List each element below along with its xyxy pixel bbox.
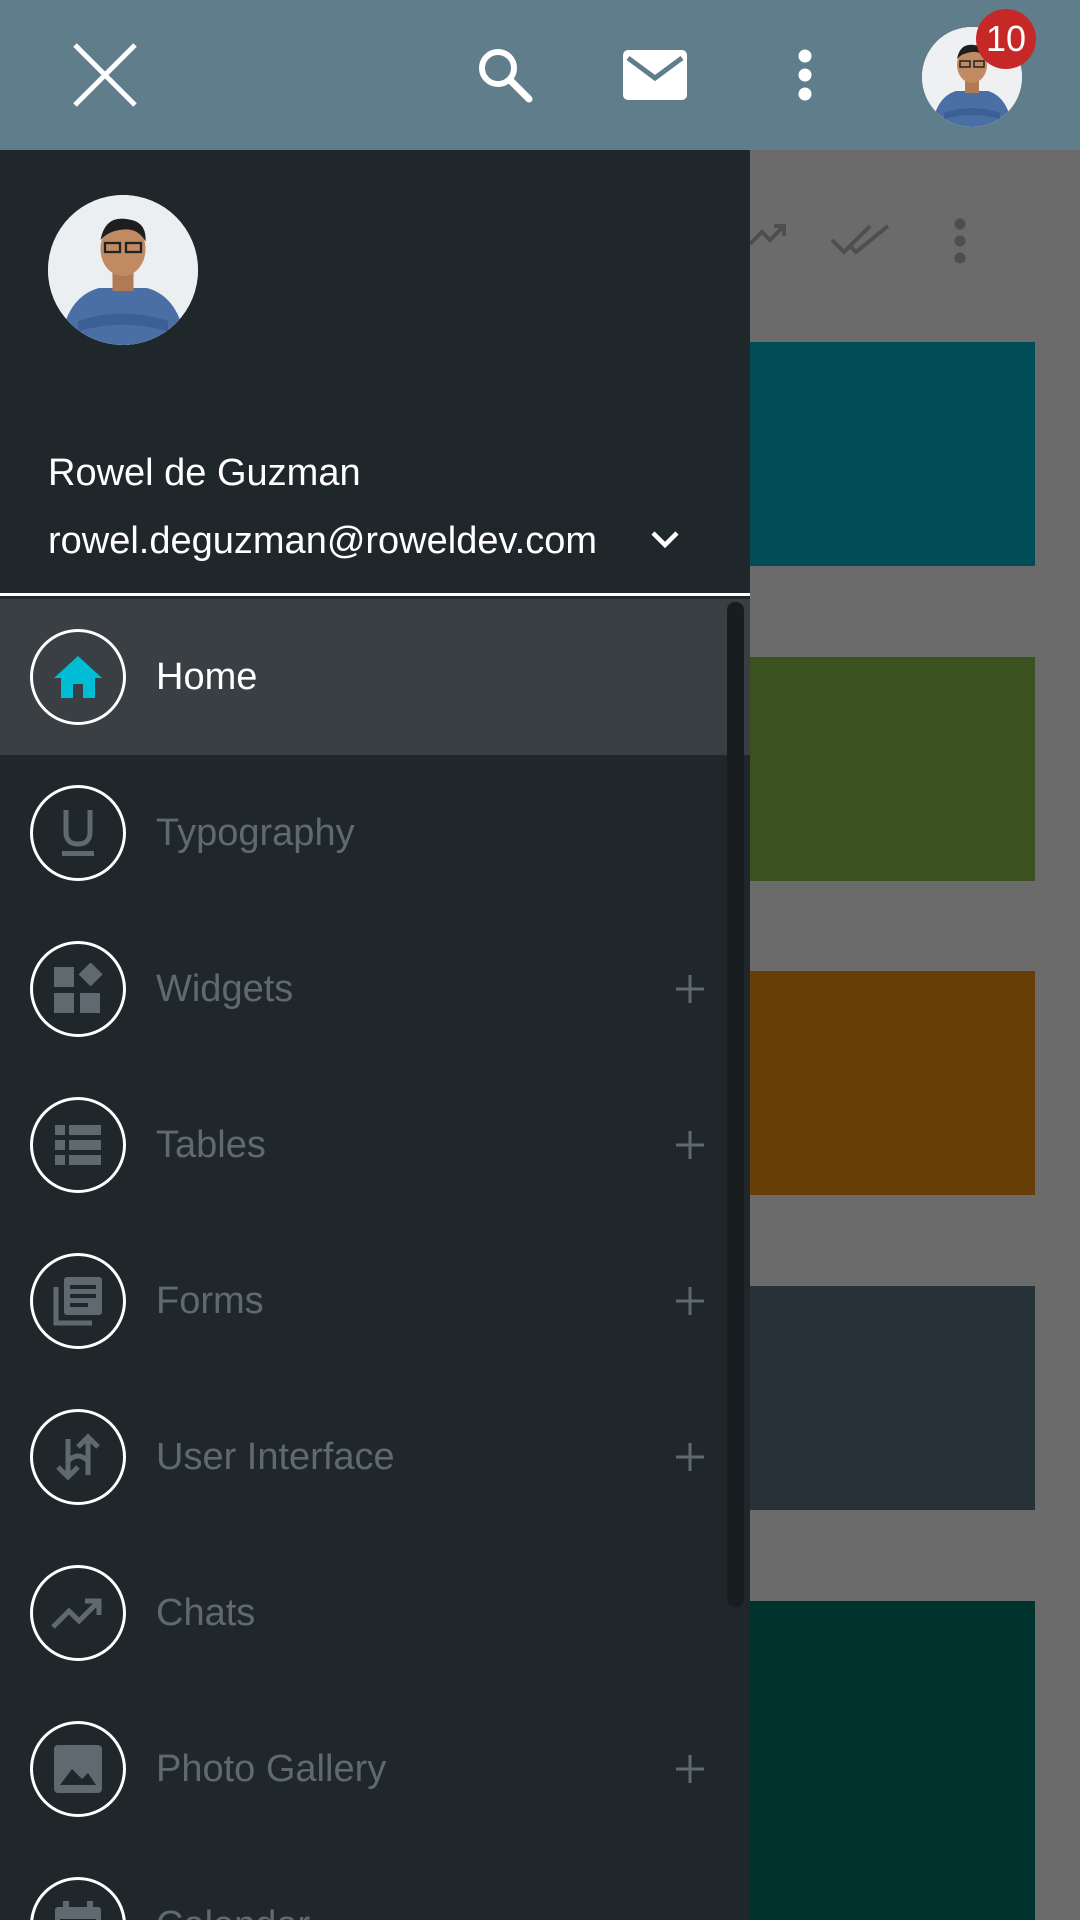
user-email: rowel.deguzman@roweldev.com xyxy=(48,520,597,562)
expand-button[interactable] xyxy=(670,969,710,1009)
menu-item-user-interface[interactable]: User Interface xyxy=(0,1379,750,1535)
drawer-menu: Home Typography Widgets Tables Forms Use… xyxy=(0,599,750,1920)
menu-item-label: Forms xyxy=(156,1279,264,1322)
background-card xyxy=(740,1286,1035,1510)
list-icon xyxy=(55,1125,101,1165)
swap-vert-icon xyxy=(56,1433,100,1481)
more-vert-icon xyxy=(798,49,812,101)
menu-item-forms[interactable]: Forms xyxy=(0,1223,750,1379)
menu-item-label: Photo Gallery xyxy=(156,1747,387,1790)
menu-item-label: Typography xyxy=(156,811,355,854)
account-switcher-toggle[interactable] xyxy=(645,520,685,560)
expand-button[interactable] xyxy=(670,1125,710,1165)
search-button[interactable] xyxy=(465,35,545,115)
menu-item-label: Home xyxy=(156,655,258,698)
menu-item-home[interactable]: Home xyxy=(0,599,750,755)
drawer-scrollbar[interactable] xyxy=(727,602,744,1607)
menu-item-widgets[interactable]: Widgets xyxy=(0,911,750,1067)
plus-icon xyxy=(676,1755,704,1783)
done-all-icon xyxy=(830,224,890,255)
search-icon xyxy=(479,49,533,103)
user-name: Rowel de Guzman xyxy=(48,452,361,494)
mail-icon xyxy=(623,50,687,100)
expand-button[interactable] xyxy=(670,1749,710,1789)
mail-button[interactable] xyxy=(615,35,695,115)
close-drawer-button[interactable] xyxy=(55,30,155,120)
expand-button[interactable] xyxy=(670,1437,710,1477)
more-vert-icon xyxy=(954,218,966,264)
plus-icon xyxy=(676,975,704,1003)
background-card xyxy=(740,657,1035,881)
menu-item-calendar[interactable]: Calendar xyxy=(0,1847,750,1920)
menu-item-label: Tables xyxy=(156,1123,266,1166)
app-bar: 10 xyxy=(0,0,1080,150)
navigation-drawer: Rowel de Guzman rowel.deguzman@roweldev.… xyxy=(0,150,750,1920)
plus-icon xyxy=(676,1131,704,1159)
chevron-down-icon xyxy=(651,531,679,549)
plus-icon xyxy=(676,1287,704,1315)
menu-item-label: Widgets xyxy=(156,967,294,1010)
drawer-profile-header: Rowel de Guzman rowel.deguzman@roweldev.… xyxy=(0,150,750,596)
background-card xyxy=(740,971,1035,1195)
widgets-icon xyxy=(54,963,103,1013)
menu-item-label: User Interface xyxy=(156,1435,395,1478)
close-icon xyxy=(73,43,137,107)
underline-icon xyxy=(62,810,94,856)
expand-button[interactable] xyxy=(670,1281,710,1321)
more-options-button[interactable] xyxy=(770,35,840,115)
trending-up-icon xyxy=(748,224,786,246)
notification-badge: 10 xyxy=(976,9,1036,69)
plus-icon xyxy=(676,1443,704,1471)
account-avatar-button[interactable]: 10 xyxy=(920,9,1036,129)
menu-item-label: Calendar xyxy=(156,1904,310,1920)
avatar[interactable] xyxy=(48,195,198,345)
home-icon xyxy=(54,656,102,698)
image-icon xyxy=(54,1745,102,1793)
library-books-icon xyxy=(53,1277,102,1326)
menu-item-label: Chats xyxy=(156,1591,256,1634)
background-card xyxy=(740,342,1035,566)
calendar-icon xyxy=(55,1901,101,1920)
menu-item-tables[interactable]: Tables xyxy=(0,1067,750,1223)
menu-item-photo-gallery[interactable]: Photo Gallery xyxy=(0,1691,750,1847)
menu-item-chats[interactable]: Chats xyxy=(0,1535,750,1691)
trending-up-icon xyxy=(51,1598,102,1629)
menu-item-typography[interactable]: Typography xyxy=(0,755,750,911)
background-card xyxy=(740,1601,1035,1920)
